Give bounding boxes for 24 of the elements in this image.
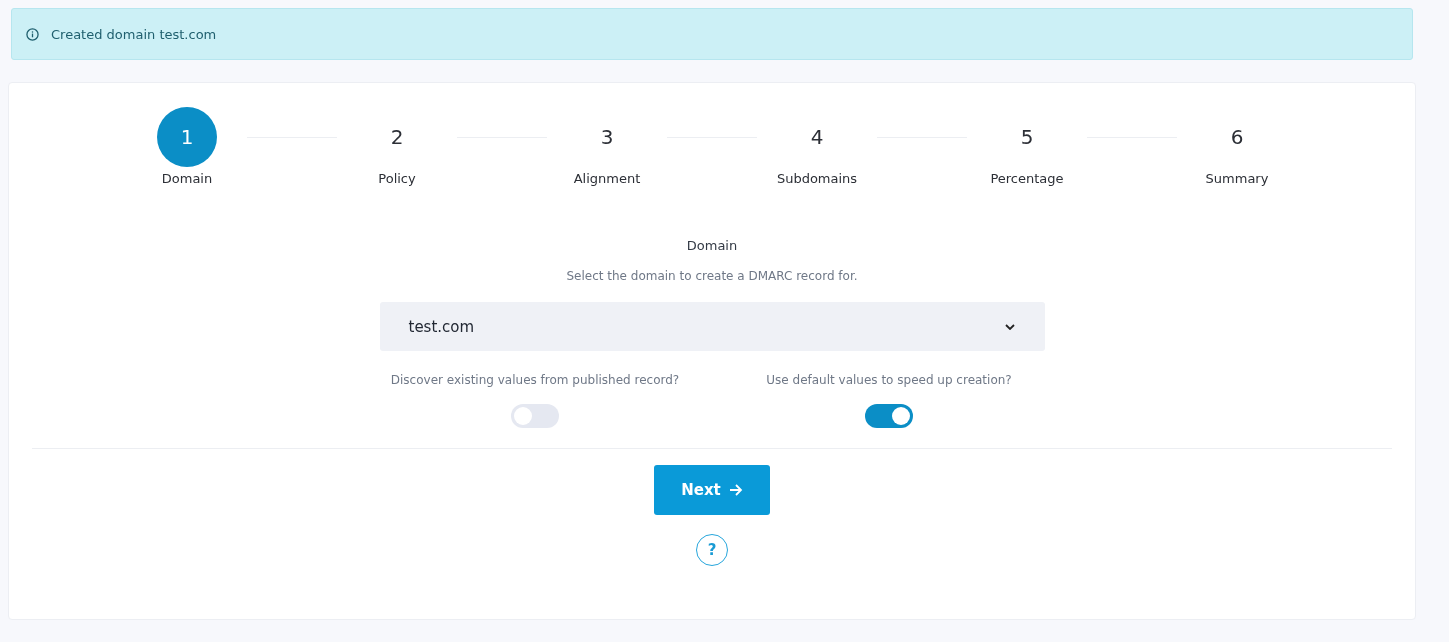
step-number[interactable]: 3 (577, 107, 637, 167)
step-number[interactable]: 6 (1207, 107, 1267, 167)
domain-select[interactable]: test.com (379, 302, 1045, 351)
step-label: Alignment (573, 171, 641, 186)
toggle-switch[interactable] (511, 404, 559, 428)
step-label: Percentage (990, 171, 1064, 186)
step-number-circle[interactable]: 1 (157, 107, 217, 167)
step-number[interactable]: 4 (787, 107, 847, 167)
section-description: Select the domain to create a DMARC record for. (566, 269, 858, 283)
info-icon (26, 27, 39, 41)
select-value: test.com (408, 317, 475, 336)
section-title: Domain (686, 238, 738, 253)
chevron-down-icon (1004, 323, 1015, 330)
step-label: Summary (1205, 171, 1269, 186)
toggle-switch[interactable] (865, 404, 913, 428)
step-label: Policy (378, 171, 416, 186)
step-label: Domain (161, 171, 213, 186)
toggle-label: Use default values to speed up creation? (766, 373, 1012, 387)
step-number[interactable]: 5 (997, 107, 1057, 167)
alert-message: Created domain test.com (51, 26, 217, 42)
arrow-right-icon (728, 483, 743, 497)
step-number[interactable]: 2 (367, 107, 427, 167)
toggle-label: Discover existing values from published record? (390, 373, 680, 387)
step-label: Subdomains (776, 171, 858, 186)
